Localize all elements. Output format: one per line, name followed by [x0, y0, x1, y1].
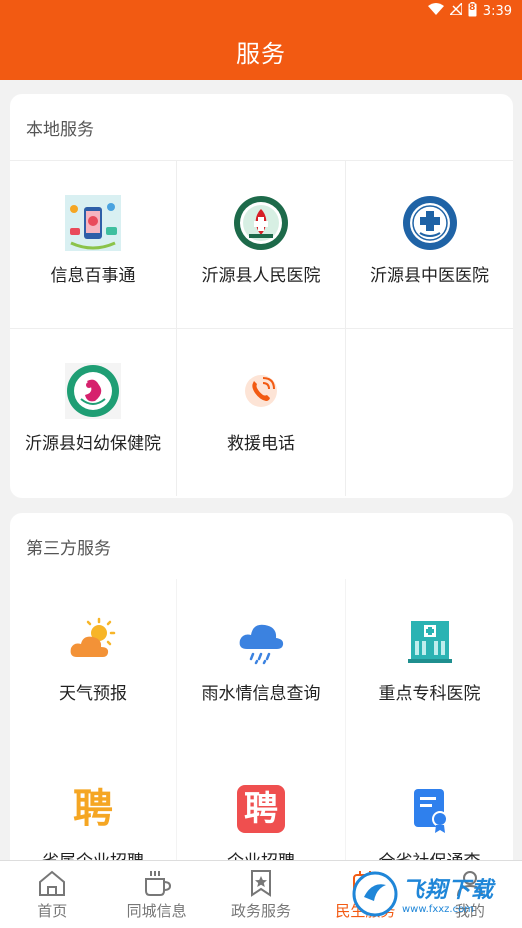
tab-label: 首页: [37, 901, 68, 920]
recruit-icon: 聘: [65, 781, 121, 837]
service-label: 沂源县中医医院: [370, 266, 489, 286]
third-party-services-card: 第三方服务 天气预报 雨水情信息查询 重点专科医院 聘 聘: [10, 513, 513, 913]
tab-home[interactable]: 首页: [0, 861, 104, 928]
info-service-icon: [65, 195, 121, 251]
tab-label: 政务服务: [231, 901, 292, 920]
service-label: 重点专科医院: [378, 684, 481, 704]
rain-cloud-icon: [233, 613, 289, 669]
empty-cell: [346, 328, 513, 496]
service-item-weather[interactable]: 天气预报: [10, 579, 177, 747]
service-label: 雨水情信息查询: [201, 684, 321, 704]
service-item-people-hospital[interactable]: 沂源县人民医院: [177, 160, 346, 328]
maternal-hospital-logo-icon: [65, 363, 121, 419]
service-item-maternal-hospital[interactable]: 沂源县妇幼保健院: [10, 328, 177, 496]
recruit-box-icon: 聘: [233, 781, 289, 837]
page-title: 服务: [236, 39, 286, 68]
tab-government[interactable]: 政务服务: [209, 861, 313, 928]
service-item-tcm-hospital[interactable]: 沂源县中医医院: [346, 160, 513, 328]
service-item-rain[interactable]: 雨水情信息查询: [177, 579, 346, 747]
local-services-title: 本地服务: [26, 119, 94, 140]
watermark-url: www.fxxz.com: [402, 904, 474, 915]
service-label: 沂源县妇幼保健院: [25, 434, 161, 454]
local-services-card: 本地服务 信息百事通 沂源县人民医院 沂源县中医医院 沂源县妇幼保健院 救援电话: [10, 94, 513, 498]
service-item-rescue-phone[interactable]: 救援电话: [177, 328, 346, 496]
hospital-logo-icon: [233, 195, 289, 251]
battery-level: 8: [469, 2, 476, 13]
watermark-text: 飞翔下载: [402, 878, 495, 903]
weather-icon: [65, 613, 121, 669]
service-label: 救援电话: [227, 434, 295, 454]
recruit-box-glyph: 聘: [237, 785, 285, 833]
service-item-specialty-hospital[interactable]: 重点专科医院: [346, 579, 513, 747]
tcm-hospital-logo-icon: [402, 195, 458, 251]
social-security-icon: [402, 781, 458, 837]
home-icon: [39, 870, 66, 896]
battery-icon: 8: [468, 1, 477, 21]
app-header: 服务: [0, 22, 522, 80]
third-party-services-title: 第三方服务: [26, 538, 111, 559]
status-bar: 8 3:39: [0, 0, 522, 22]
watermark: 飞翔下载 www.fxxz.com: [352, 866, 517, 921]
bookmark-star-icon: [251, 869, 272, 897]
service-label: 沂源县人民医院: [201, 266, 321, 286]
no-signal-icon: [448, 1, 463, 19]
watermark-logo-icon: [352, 871, 398, 916]
wifi-icon: [427, 3, 444, 19]
phone-icon: [233, 363, 289, 419]
tab-label: 同城信息: [126, 901, 187, 920]
status-time: 3:39: [482, 3, 512, 19]
service-item-info[interactable]: 信息百事通: [10, 160, 177, 328]
coffee-cup-icon: [144, 870, 171, 896]
local-services-grid: 信息百事通 沂源县人民医院 沂源县中医医院 沂源县妇幼保健院 救援电话: [10, 160, 513, 496]
tab-city-info[interactable]: 同城信息: [104, 861, 208, 928]
service-label: 天气预报: [59, 684, 127, 704]
recruit-glyph: 聘: [73, 786, 113, 832]
hospital-building-icon: [402, 613, 458, 669]
service-label: 信息百事通: [50, 266, 136, 286]
